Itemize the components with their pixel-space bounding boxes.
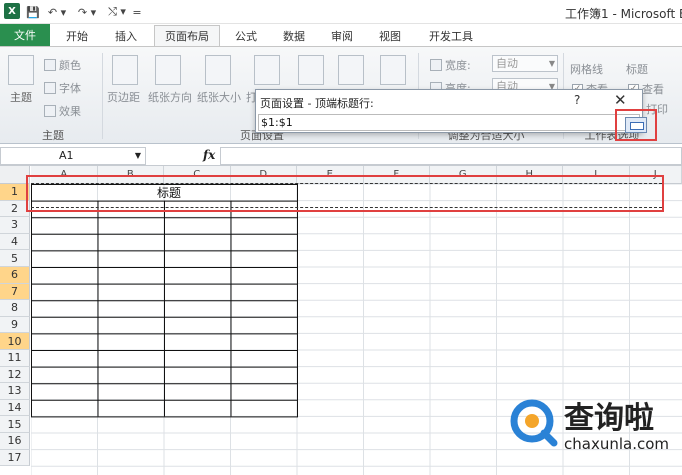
tab-page-layout[interactable]: 页面布局 [154, 25, 220, 46]
tab-home[interactable]: 开始 [57, 25, 97, 46]
gridlines-header: 网格线 [570, 63, 603, 76]
row-header-16[interactable]: 16 [0, 433, 30, 450]
customize-icon[interactable]: ⤭ ▾ [104, 4, 130, 20]
row-header-14[interactable]: 14 [0, 399, 30, 417]
undo-icon[interactable]: ↶ ▾ [44, 4, 70, 20]
ribbon-tabs: 文件 开始 插入 页面布局 公式 数据 审阅 视图 开发工具 [0, 24, 682, 46]
print-titles-icon[interactable] [380, 55, 406, 85]
close-icon[interactable]: ✕ [614, 91, 627, 109]
tab-formulas[interactable]: 公式 [228, 25, 264, 46]
formula-input[interactable] [220, 147, 682, 165]
size-button[interactable]: 纸张大小 [197, 89, 241, 105]
chevron-down-icon: ▼ [548, 59, 555, 68]
row-header-15[interactable]: 15 [0, 416, 30, 433]
watermark-brand: 查询啦 [564, 401, 654, 436]
print-area-icon[interactable] [254, 55, 280, 85]
row-header-4[interactable]: 4 [0, 233, 30, 251]
width-label: 宽度: [430, 57, 471, 73]
tab-view[interactable]: 视图 [372, 25, 408, 46]
quick-access-more-icon[interactable]: = [132, 4, 142, 20]
row-header-10[interactable]: 10 [0, 333, 30, 350]
headings-header: 标题 [626, 63, 648, 76]
tab-insert[interactable]: 插入 [106, 25, 146, 46]
width-icon [430, 59, 442, 71]
save-icon[interactable]: 💾 [26, 4, 40, 20]
row-header-6[interactable]: 6 [0, 267, 30, 284]
row-header-13[interactable]: 13 [0, 383, 30, 400]
highlight-row-1 [26, 175, 664, 212]
rows-to-repeat-input[interactable] [258, 114, 640, 131]
orientation-icon[interactable] [155, 55, 181, 85]
themes-icon[interactable] [8, 55, 34, 85]
row-header-12[interactable]: 12 [0, 366, 30, 384]
highlight-collapse-button [615, 109, 657, 141]
formula-bar: A1 ▼ fx [0, 146, 682, 166]
margins-icon[interactable] [112, 55, 138, 85]
excel-app-icon[interactable]: X [4, 3, 20, 19]
row-header-9[interactable]: 9 [0, 316, 30, 334]
group-label-themes: 主题 [42, 129, 64, 142]
window-title: 工作簿1 - Microsoft Ex [565, 7, 682, 21]
name-box[interactable]: A1 ▼ [0, 147, 146, 165]
help-icon[interactable]: ? [574, 93, 580, 107]
row-header-3[interactable]: 3 [0, 217, 30, 234]
dialog-title: 页面设置 - 顶端标题行: [260, 97, 374, 110]
title-bar: X 💾 ↶ ▾ ↷ ▾ ⤭ ▾ = 工作簿1 - Microsoft Ex [0, 0, 682, 24]
orientation-button[interactable]: 纸张方向 [148, 89, 192, 105]
group-separator [102, 53, 103, 139]
theme-fonts-button[interactable]: 字体 [44, 80, 81, 96]
size-icon[interactable] [205, 55, 231, 85]
redo-icon[interactable]: ↷ ▾ [74, 4, 100, 20]
print-titles-dialog: 页面设置 - 顶端标题行: ? ✕ [255, 89, 643, 133]
effects-icon [44, 105, 56, 117]
row-header-11[interactable]: 11 [0, 350, 30, 367]
watermark-url: chaxunla.com [564, 435, 669, 453]
tab-review[interactable]: 审阅 [324, 25, 360, 46]
themes-button-label[interactable]: 主题 [10, 89, 32, 105]
theme-effects-button[interactable]: 效果 [44, 103, 81, 119]
breaks-icon[interactable] [298, 55, 324, 85]
margins-button[interactable]: 页边距 [107, 89, 140, 105]
watermark: 查询啦 chaxunla.com [508, 393, 680, 461]
watermark-logo-icon [510, 399, 558, 447]
row-header-7[interactable]: 7 [0, 283, 30, 301]
tab-file[interactable]: 文件 [0, 24, 50, 46]
theme-colors-button[interactable]: 颜色 [44, 57, 81, 73]
row-header-8[interactable]: 8 [0, 300, 30, 317]
width-combo[interactable]: 自动 ▼ [492, 55, 558, 72]
background-icon[interactable] [338, 55, 364, 85]
collapse-dialog-icon[interactable] [625, 117, 647, 133]
insert-function-icon[interactable]: fx [203, 148, 215, 162]
tab-developer[interactable]: 开发工具 [420, 25, 482, 46]
chevron-down-icon: ▼ [134, 151, 141, 160]
row-header-5[interactable]: 5 [0, 250, 30, 267]
fonts-icon [44, 82, 56, 94]
row-header-17[interactable]: 17 [0, 449, 30, 467]
tab-data[interactable]: 数据 [276, 25, 312, 46]
colors-icon [44, 59, 56, 71]
